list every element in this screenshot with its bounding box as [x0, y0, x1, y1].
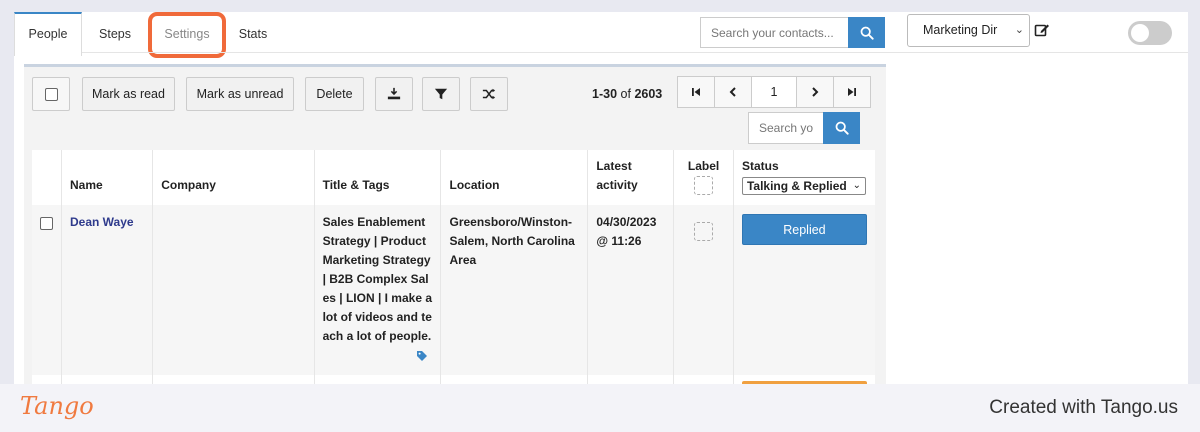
- chevron-right-icon: [812, 87, 819, 97]
- tab-bar: People Steps Settings Stats: [14, 12, 282, 56]
- first-page-icon: [692, 88, 700, 96]
- table-search: [748, 112, 860, 144]
- col-location[interactable]: Location: [440, 150, 588, 205]
- search-icon: [860, 26, 874, 40]
- campaign-select[interactable]: Marketing Dir ⌄: [907, 14, 1030, 47]
- latest-activity-cell: [587, 375, 674, 384]
- tab-settings[interactable]: Settings: [150, 12, 224, 56]
- table-row: Dean Waye Sales Enablement Strategy | Pr…: [32, 205, 875, 375]
- table-search-button[interactable]: [823, 112, 860, 144]
- header-search-button[interactable]: [848, 17, 885, 48]
- count-range: 1-30: [592, 87, 618, 101]
- page-input[interactable]: 1: [751, 76, 797, 108]
- label-cell: [673, 205, 734, 375]
- row-checkbox-cell: [32, 205, 62, 375]
- col-company[interactable]: Company: [152, 150, 315, 205]
- company-cell: [152, 205, 315, 375]
- row-checkbox[interactable]: [40, 217, 53, 230]
- col-title-tags[interactable]: Title & Tags: [313, 150, 441, 205]
- row-label-box[interactable]: [694, 222, 714, 241]
- status-cell: Replied: [732, 205, 875, 375]
- tab-stats[interactable]: Stats: [224, 12, 282, 56]
- contact-title: Sales Enablement Strategy | Product Mark…: [322, 215, 433, 343]
- tango-logo: Tango: [20, 392, 94, 420]
- tag-icon[interactable]: [416, 350, 428, 362]
- tab-people[interactable]: People: [14, 12, 82, 56]
- edit-icon[interactable]: [1034, 22, 1050, 38]
- title-cell: [313, 375, 441, 384]
- label-cell: [673, 375, 734, 384]
- contacts-content: Mark as read Mark as unread Delete 1-30 …: [24, 64, 886, 384]
- name-cell: [60, 375, 153, 384]
- next-page-button[interactable]: [796, 76, 834, 108]
- mark-as-unread-button[interactable]: Mark as unread: [186, 77, 294, 111]
- chevron-down-icon: ⌄: [1014, 24, 1024, 36]
- count-of: of: [620, 87, 631, 101]
- count-total: 2603: [634, 87, 663, 101]
- replied-status-button[interactable]: Replied: [741, 214, 867, 245]
- contacts-table: Name Company Title & Tags Location Lates…: [32, 150, 875, 384]
- footer: Tango Created with Tango.us: [0, 384, 1200, 432]
- toggle-switch[interactable]: [1128, 21, 1172, 45]
- status-cell: [732, 375, 875, 384]
- chevron-left-icon: [729, 87, 736, 97]
- delete-button[interactable]: Delete: [305, 77, 364, 111]
- header-checkbox-cell: [32, 150, 62, 205]
- table-search-input[interactable]: [748, 112, 823, 144]
- label-header-box[interactable]: [694, 176, 714, 195]
- filter-button[interactable]: [422, 77, 460, 111]
- campaign-select-value: Marketing Dir: [923, 23, 998, 37]
- chevron-down-icon: ⌄: [852, 180, 861, 191]
- col-latest-activity[interactable]: Latest activity: [587, 150, 674, 205]
- location-cell: [440, 375, 588, 384]
- col-status-text: Status: [741, 159, 779, 173]
- table-row: [32, 375, 875, 384]
- toggle-knob: [1131, 24, 1149, 42]
- shuffle-icon: [482, 88, 496, 100]
- name-cell: Dean Waye: [60, 205, 153, 375]
- col-label-text: Label: [687, 159, 720, 173]
- col-status: Status Talking & Replied ⌄: [732, 150, 875, 205]
- last-page-button[interactable]: [833, 76, 871, 108]
- mark-as-read-button[interactable]: Mark as read: [82, 77, 175, 111]
- status-filter-select[interactable]: Talking & Replied ⌄: [741, 177, 866, 195]
- export-icon: [387, 87, 401, 100]
- title-cell: Sales Enablement Strategy | Product Mark…: [313, 205, 441, 375]
- tabs-divider: [82, 52, 1188, 53]
- search-icon: [835, 121, 849, 135]
- row-checkbox-cell: [32, 375, 62, 384]
- header-search-input[interactable]: [700, 17, 848, 48]
- export-button[interactable]: [375, 77, 413, 111]
- latest-activity-cell: 04/30/2023 @ 11:26: [587, 205, 674, 375]
- main-panel: People Steps Settings Stats Marketing Di…: [14, 12, 1188, 384]
- last-page-icon: [848, 88, 856, 96]
- select-all-checkbox[interactable]: [32, 77, 70, 111]
- header-search: [700, 17, 885, 48]
- table-header-row: Name Company Title & Tags Location Lates…: [32, 150, 875, 205]
- filter-icon: [434, 88, 448, 100]
- shuffle-button[interactable]: [470, 77, 508, 111]
- prev-page-button[interactable]: [714, 76, 752, 108]
- created-with-credit: Created with Tango.us: [989, 397, 1178, 418]
- col-name[interactable]: Name: [60, 150, 153, 205]
- location-cell: Greensboro/Winston-Salem, North Carolina…: [440, 205, 588, 375]
- result-count: 1-30 of 2603: [592, 87, 662, 101]
- company-cell: [152, 375, 315, 384]
- pagination: 1: [677, 76, 871, 108]
- first-page-button[interactable]: [677, 76, 715, 108]
- checkbox-square: [44, 87, 58, 101]
- col-label: Label: [673, 150, 734, 205]
- contact-name-link[interactable]: Dean Waye: [70, 215, 134, 229]
- status-filter-value: Talking & Replied: [746, 179, 847, 193]
- tab-steps[interactable]: Steps: [82, 12, 148, 56]
